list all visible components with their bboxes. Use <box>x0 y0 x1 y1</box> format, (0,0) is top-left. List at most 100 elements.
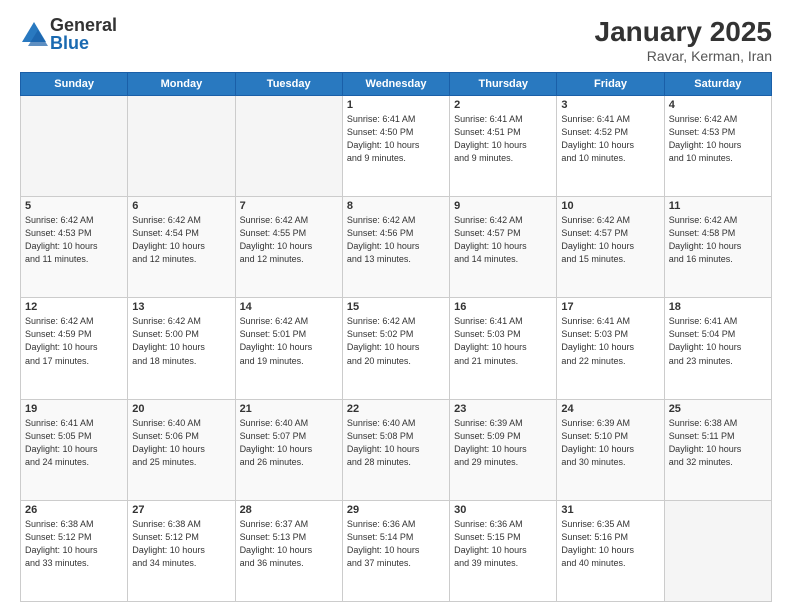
day-number: 13 <box>132 301 230 313</box>
calendar-table: Sunday Monday Tuesday Wednesday Thursday… <box>20 72 772 602</box>
day-info: Sunrise: 6:42 AM Sunset: 4:57 PM Dayligh… <box>561 214 659 266</box>
week-row-2: 12 Sunrise: 6:42 AM Sunset: 4:59 PM Dayli… <box>21 298 772 399</box>
day-cell: 24 Sunrise: 6:39 AM Sunset: 5:10 PM Dayli… <box>557 399 664 500</box>
day-cell <box>128 96 235 197</box>
day-info: Sunrise: 6:41 AM Sunset: 4:51 PM Dayligh… <box>454 113 552 165</box>
day-info: Sunrise: 6:36 AM Sunset: 5:14 PM Dayligh… <box>347 518 445 570</box>
day-cell: 18 Sunrise: 6:41 AM Sunset: 5:04 PM Dayli… <box>664 298 771 399</box>
day-number: 2 <box>454 99 552 111</box>
day-cell: 21Sunrise: 6:40 AM Sunset: 5:07 PM Dayli… <box>235 399 342 500</box>
day-info: Sunrise: 6:41 AM Sunset: 5:03 PM Dayligh… <box>454 315 552 367</box>
day-number: 22 <box>347 403 445 415</box>
day-info: Sunrise: 6:42 AM Sunset: 4:57 PM Dayligh… <box>454 214 552 266</box>
day-info: Sunrise: 6:41 AM Sunset: 5:04 PM Dayligh… <box>669 315 767 367</box>
day-info: Sunrise: 6:39 AM Sunset: 5:09 PM Dayligh… <box>454 417 552 469</box>
day-number: 17 <box>561 301 659 313</box>
day-number: 12 <box>25 301 123 313</box>
day-info: Sunrise: 6:41 AM Sunset: 4:52 PM Dayligh… <box>561 113 659 165</box>
day-cell: 19 Sunrise: 6:41 AM Sunset: 5:05 PM Dayli… <box>21 399 128 500</box>
calendar-title: January 2025 <box>595 16 772 48</box>
header-tuesday: Tuesday <box>235 73 342 96</box>
day-info: Sunrise: 6:41 AM Sunset: 5:03 PM Dayligh… <box>561 315 659 367</box>
day-number: 30 <box>454 504 552 516</box>
week-row-1: 5 Sunrise: 6:42 AM Sunset: 4:53 PM Daylig… <box>21 197 772 298</box>
day-number: 24 <box>561 403 659 415</box>
logo-general-label: General <box>50 16 117 34</box>
day-cell: 31Sunrise: 6:35 AM Sunset: 5:16 PM Dayli… <box>557 500 664 601</box>
day-cell: 28Sunrise: 6:37 AM Sunset: 5:13 PM Dayli… <box>235 500 342 601</box>
week-row-4: 26 Sunrise: 6:38 AM Sunset: 5:12 PM Dayli… <box>21 500 772 601</box>
day-cell: 11 Sunrise: 6:42 AM Sunset: 4:58 PM Dayli… <box>664 197 771 298</box>
day-number: 18 <box>669 301 767 313</box>
header: General Blue January 2025 Ravar, Kerman,… <box>20 16 772 64</box>
day-info: Sunrise: 6:38 AM Sunset: 5:12 PM Dayligh… <box>25 518 123 570</box>
day-number: 14 <box>240 301 338 313</box>
day-info: Sunrise: 6:42 AM Sunset: 4:59 PM Dayligh… <box>25 315 123 367</box>
header-saturday: Saturday <box>664 73 771 96</box>
header-monday: Monday <box>128 73 235 96</box>
day-cell: 17 Sunrise: 6:41 AM Sunset: 5:03 PM Dayli… <box>557 298 664 399</box>
day-cell: 15 Sunrise: 6:42 AM Sunset: 5:02 PM Dayli… <box>342 298 449 399</box>
day-info: Sunrise: 6:42 AM Sunset: 4:54 PM Dayligh… <box>132 214 230 266</box>
day-number: 26 <box>25 504 123 516</box>
day-number: 10 <box>561 200 659 212</box>
day-cell: 25Sunrise: 6:38 AM Sunset: 5:11 PM Dayli… <box>664 399 771 500</box>
header-friday: Friday <box>557 73 664 96</box>
header-thursday: Thursday <box>450 73 557 96</box>
day-number: 1 <box>347 99 445 111</box>
day-cell: 26 Sunrise: 6:38 AM Sunset: 5:12 PM Dayli… <box>21 500 128 601</box>
day-number: 21 <box>240 403 338 415</box>
logo-icon <box>20 20 48 48</box>
day-number: 19 <box>25 403 123 415</box>
week-row-3: 19 Sunrise: 6:41 AM Sunset: 5:05 PM Dayli… <box>21 399 772 500</box>
day-number: 8 <box>347 200 445 212</box>
day-cell: 30Sunrise: 6:36 AM Sunset: 5:15 PM Dayli… <box>450 500 557 601</box>
day-number: 25 <box>669 403 767 415</box>
day-info: Sunrise: 6:42 AM Sunset: 5:01 PM Dayligh… <box>240 315 338 367</box>
day-info: Sunrise: 6:42 AM Sunset: 4:56 PM Dayligh… <box>347 214 445 266</box>
day-cell: 3 Sunrise: 6:41 AM Sunset: 4:52 PM Daylig… <box>557 96 664 197</box>
day-cell: 23 Sunrise: 6:39 AM Sunset: 5:09 PM Dayli… <box>450 399 557 500</box>
day-cell: 29Sunrise: 6:36 AM Sunset: 5:14 PM Dayli… <box>342 500 449 601</box>
day-number: 15 <box>347 301 445 313</box>
calendar-subtitle: Ravar, Kerman, Iran <box>595 48 772 64</box>
day-info: Sunrise: 6:40 AM Sunset: 5:08 PM Dayligh… <box>347 417 445 469</box>
day-number: 3 <box>561 99 659 111</box>
calendar-header: Sunday Monday Tuesday Wednesday Thursday… <box>21 73 772 96</box>
day-info: Sunrise: 6:40 AM Sunset: 5:06 PM Dayligh… <box>132 417 230 469</box>
day-info: Sunrise: 6:42 AM Sunset: 5:00 PM Dayligh… <box>132 315 230 367</box>
day-cell: 27 Sunrise: 6:38 AM Sunset: 5:12 PM Dayli… <box>128 500 235 601</box>
day-number: 4 <box>669 99 767 111</box>
day-number: 23 <box>454 403 552 415</box>
day-cell: 7 Sunrise: 6:42 AM Sunset: 4:55 PM Daylig… <box>235 197 342 298</box>
logo: General Blue <box>20 16 117 52</box>
day-cell: 4Sunrise: 6:42 AM Sunset: 4:53 PM Daylig… <box>664 96 771 197</box>
day-cell: 8 Sunrise: 6:42 AM Sunset: 4:56 PM Daylig… <box>342 197 449 298</box>
day-info: Sunrise: 6:41 AM Sunset: 5:05 PM Dayligh… <box>25 417 123 469</box>
day-number: 6 <box>132 200 230 212</box>
day-cell: 20Sunrise: 6:40 AM Sunset: 5:06 PM Dayli… <box>128 399 235 500</box>
day-cell: 12 Sunrise: 6:42 AM Sunset: 4:59 PM Dayli… <box>21 298 128 399</box>
day-info: Sunrise: 6:42 AM Sunset: 4:55 PM Dayligh… <box>240 214 338 266</box>
day-cell <box>21 96 128 197</box>
day-info: Sunrise: 6:42 AM Sunset: 5:02 PM Dayligh… <box>347 315 445 367</box>
day-info: Sunrise: 6:42 AM Sunset: 4:53 PM Dayligh… <box>25 214 123 266</box>
logo-text: General Blue <box>50 16 117 52</box>
day-info: Sunrise: 6:42 AM Sunset: 4:58 PM Dayligh… <box>669 214 767 266</box>
day-cell <box>235 96 342 197</box>
day-info: Sunrise: 6:39 AM Sunset: 5:10 PM Dayligh… <box>561 417 659 469</box>
page: General Blue January 2025 Ravar, Kerman,… <box>0 0 792 612</box>
day-cell: 2 Sunrise: 6:41 AM Sunset: 4:51 PM Daylig… <box>450 96 557 197</box>
day-number: 11 <box>669 200 767 212</box>
day-number: 7 <box>240 200 338 212</box>
day-number: 5 <box>25 200 123 212</box>
day-cell: 5 Sunrise: 6:42 AM Sunset: 4:53 PM Daylig… <box>21 197 128 298</box>
calendar-body: 1 Sunrise: 6:41 AM Sunset: 4:50 PM Daylig… <box>21 96 772 602</box>
day-number: 16 <box>454 301 552 313</box>
day-number: 27 <box>132 504 230 516</box>
day-info: Sunrise: 6:41 AM Sunset: 4:50 PM Dayligh… <box>347 113 445 165</box>
day-number: 31 <box>561 504 659 516</box>
day-cell: 9Sunrise: 6:42 AM Sunset: 4:57 PM Daylig… <box>450 197 557 298</box>
day-info: Sunrise: 6:38 AM Sunset: 5:12 PM Dayligh… <box>132 518 230 570</box>
day-cell: 13 Sunrise: 6:42 AM Sunset: 5:00 PM Dayli… <box>128 298 235 399</box>
